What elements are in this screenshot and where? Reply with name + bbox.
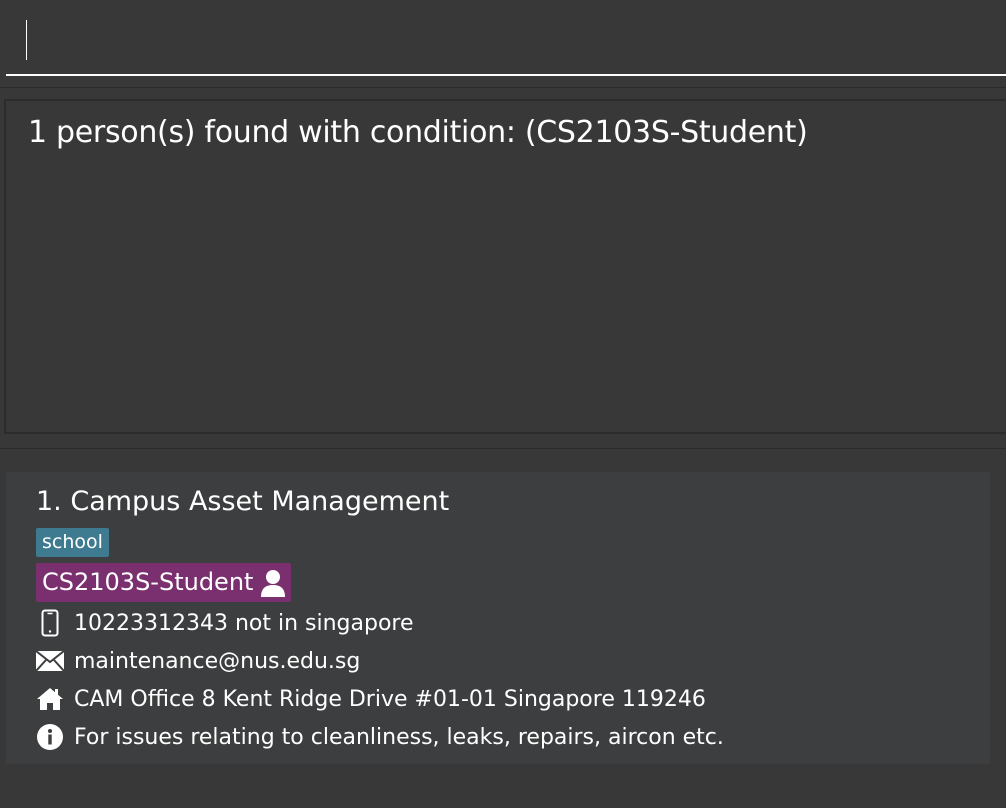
command-input[interactable] bbox=[6, 0, 1006, 74]
phone-row: 10223312343 not in singapore bbox=[36, 608, 414, 638]
info-icon bbox=[36, 723, 64, 751]
email-text: maintenance@nus.edu.sg bbox=[74, 648, 361, 674]
result-display[interactable]: 1 person(s) found with condition: (CS210… bbox=[4, 99, 1006, 434]
divider bbox=[0, 87, 1006, 88]
person-icon bbox=[259, 568, 287, 598]
address-row: CAM Office 8 Kent Ridge Drive #01-01 Sin… bbox=[36, 684, 706, 714]
tag-label: school bbox=[36, 528, 109, 557]
home-icon bbox=[36, 685, 64, 713]
envelope-icon bbox=[36, 647, 64, 675]
group-tag: CS2103S-Student bbox=[36, 563, 292, 602]
email-row: maintenance@nus.edu.sg bbox=[36, 646, 360, 676]
address-text: CAM Office 8 Kent Ridge Drive #01-01 Sin… bbox=[74, 686, 706, 712]
phone-text: 10223312343 not in singapore bbox=[74, 610, 414, 636]
person-list[interactable]: 1. Campus Asset Management school CS2103… bbox=[6, 472, 990, 764]
divider bbox=[0, 448, 1006, 449]
command-box[interactable] bbox=[6, 0, 1006, 76]
description-text: For issues relating to cleanliness, leak… bbox=[74, 724, 724, 750]
person-name: 1. Campus Asset Management bbox=[36, 486, 450, 517]
result-message: 1 person(s) found with condition: (CS210… bbox=[28, 115, 808, 150]
description-row: For issues relating to cleanliness, leak… bbox=[36, 722, 724, 752]
text-caret bbox=[26, 20, 27, 60]
group-tag-label: CS2103S-Student bbox=[42, 568, 254, 596]
phone-icon bbox=[36, 609, 64, 637]
